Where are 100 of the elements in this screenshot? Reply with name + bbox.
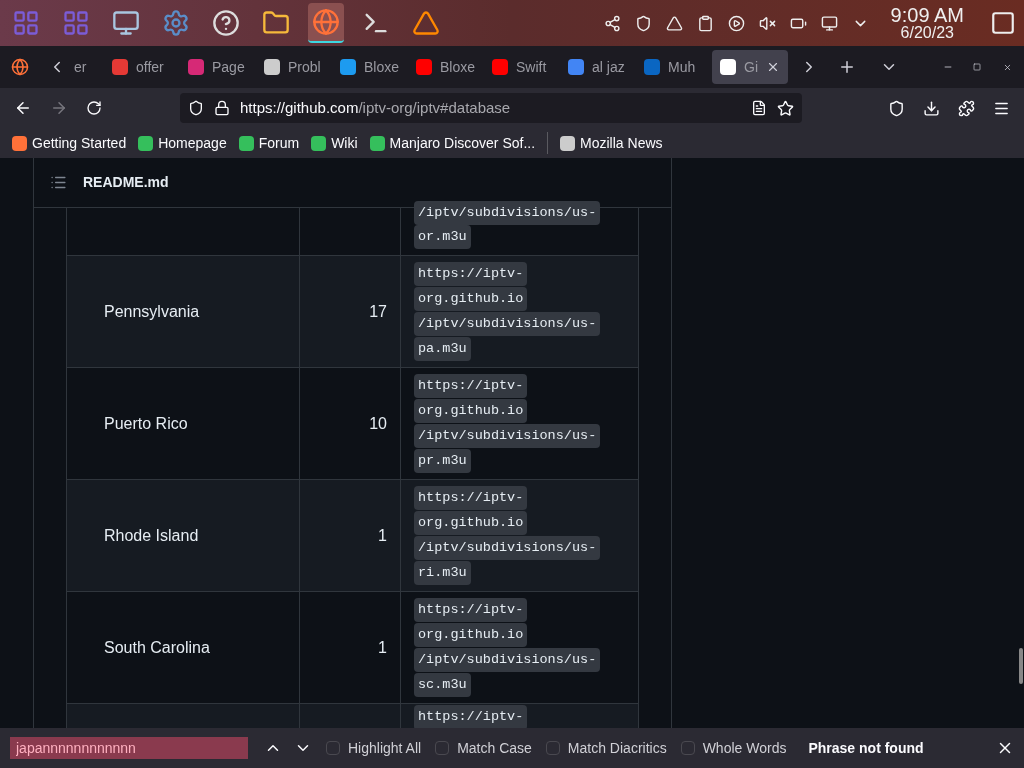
close-icon[interactable] <box>1003 62 1012 72</box>
bookmark-item[interactable]: Manjaro Discover Sof... <box>369 132 536 154</box>
grid-icon <box>62 9 90 37</box>
code-text: pa.m3u <box>414 336 471 361</box>
window-icon <box>112 9 140 37</box>
browser-tab[interactable]: er <box>66 50 102 84</box>
option-label[interactable]: Whole Words <box>702 737 787 759</box>
taskbar-app[interactable] <box>308 3 344 43</box>
browser-tab[interactable]: Muh <box>636 50 710 84</box>
back-icon[interactable] <box>14 99 32 117</box>
help-icon <box>212 9 240 37</box>
option-label[interactable]: Match Diacritics <box>567 737 667 759</box>
clock-date: 6/20/23 <box>900 25 954 41</box>
browser-tab[interactable]: offer <box>104 50 178 84</box>
globe-icon <box>312 8 340 36</box>
table-cell-text: Pennsylvania <box>104 301 200 322</box>
code-text: https://iptv- <box>414 598 528 623</box>
table-cell-text: Rhode Island <box>104 525 199 546</box>
folder-icon <box>262 9 290 37</box>
tab-title: Bloxe <box>364 57 400 77</box>
tab-title: Gi <box>744 57 758 77</box>
code-text: /iptv/subdivisions/us- <box>414 647 601 672</box>
download-icon[interactable] <box>923 99 940 117</box>
outline-icon[interactable] <box>50 174 67 191</box>
find-field[interactable]: japannnnnnnnnnnn <box>10 737 248 759</box>
bookmark-star-icon[interactable] <box>777 99 794 117</box>
find-status: Phrase not found <box>808 738 924 758</box>
extensions-icon[interactable] <box>958 99 975 117</box>
clock-time: 9:09 AM <box>890 5 964 25</box>
table-cell-text: 1 <box>378 637 387 658</box>
code-text: org.github.io <box>414 286 528 312</box>
tab-title: Probl <box>288 57 321 77</box>
readme-title: README.md <box>83 173 169 192</box>
code-text: /iptv/subdivisions/us- <box>414 423 601 448</box>
tray-icon[interactable] <box>820 14 838 32</box>
table-cell-text: 1 <box>378 525 387 546</box>
tab-title: er <box>74 57 87 77</box>
bookmark-item[interactable]: Homepage <box>138 132 227 154</box>
code-text: /iptv/subdivisions/us- <box>414 311 601 336</box>
grid-icon <box>12 9 40 37</box>
tab-title: Page <box>212 57 245 77</box>
browser-tab[interactable]: Bloxe <box>408 50 482 84</box>
tab-title: Swift <box>516 57 547 77</box>
option-label[interactable]: Highlight All <box>348 737 422 759</box>
table-cell-text: 10 <box>369 413 387 434</box>
shield-icon[interactable] <box>188 100 204 116</box>
browser-tab[interactable]: Swift <box>484 50 558 84</box>
tray-icon[interactable] <box>634 14 652 32</box>
tray-icon[interactable] <box>727 14 745 32</box>
code-text: https://iptv- <box>414 705 528 728</box>
checkbox[interactable] <box>326 741 340 755</box>
browser-tab[interactable]: Gi <box>712 50 788 84</box>
code-text: or.m3u <box>414 224 471 249</box>
url-text: https://github.com/iptv-org/iptv#database <box>240 97 511 118</box>
table-cell-text: Puerto Rico <box>104 413 188 434</box>
code-text: ri.m3u <box>414 560 471 585</box>
forward-icon[interactable] <box>50 99 68 117</box>
code-text: sc.m3u <box>414 672 471 697</box>
tab-title: Muh <box>668 57 696 77</box>
show-desktop-icon[interactable] <box>990 10 1016 36</box>
table-cell-text: South Carolina <box>104 637 210 658</box>
table-cell-text: 17 <box>369 301 387 322</box>
code-text: org.github.io <box>414 622 528 648</box>
close-tab-icon[interactable] <box>766 60 780 74</box>
code-text: https://iptv- <box>414 374 528 399</box>
option-label[interactable]: Match Case <box>457 737 532 759</box>
code-text: https://iptv- <box>414 486 528 511</box>
browser-tab[interactable]: Bloxe <box>332 50 406 84</box>
checkbox[interactable] <box>435 741 450 755</box>
bookmark-item[interactable]: Forum <box>238 132 300 154</box>
reload-icon[interactable] <box>86 100 102 116</box>
browser-tab[interactable]: Probl <box>256 50 330 84</box>
code-text: pr.m3u <box>414 448 471 473</box>
browser-tab[interactable]: Page <box>180 50 254 84</box>
tray-icon[interactable] <box>665 14 683 32</box>
scrollbar-thumb[interactable] <box>1019 648 1023 684</box>
tray-icon[interactable] <box>758 14 776 32</box>
code-text: org.github.io <box>414 510 528 536</box>
tray-icon[interactable] <box>696 14 714 32</box>
browser-tab[interactable]: al jaz <box>560 50 634 84</box>
checkbox[interactable] <box>545 741 560 755</box>
reader-view-icon[interactable] <box>751 100 767 116</box>
tab-title: Bloxe <box>440 57 476 77</box>
new-tab-icon[interactable] <box>838 58 856 76</box>
bookmark-item[interactable]: Mozilla News <box>560 132 663 154</box>
code-text: /iptv/subdivisions/us- <box>414 535 601 560</box>
code-text: /iptv/subdivisions/us- <box>414 200 601 225</box>
address-bar[interactable]: https://github.com/iptv-org/iptv#database <box>180 93 802 123</box>
tab-title: offer <box>136 57 164 77</box>
tray-icon[interactable] <box>603 14 621 32</box>
maximize-icon[interactable] <box>973 63 981 71</box>
lock-icon[interactable] <box>214 100 230 116</box>
gear-icon <box>162 9 190 37</box>
browser-icon[interactable] <box>11 58 29 76</box>
bookmark-item[interactable]: Wiki <box>311 132 358 154</box>
code-text: org.github.io <box>414 398 528 424</box>
checkbox[interactable] <box>680 741 695 755</box>
tab-title: al jaz <box>592 57 625 77</box>
code-text: https://iptv- <box>414 262 528 287</box>
bookmark-item[interactable]: Getting Started <box>12 132 127 154</box>
